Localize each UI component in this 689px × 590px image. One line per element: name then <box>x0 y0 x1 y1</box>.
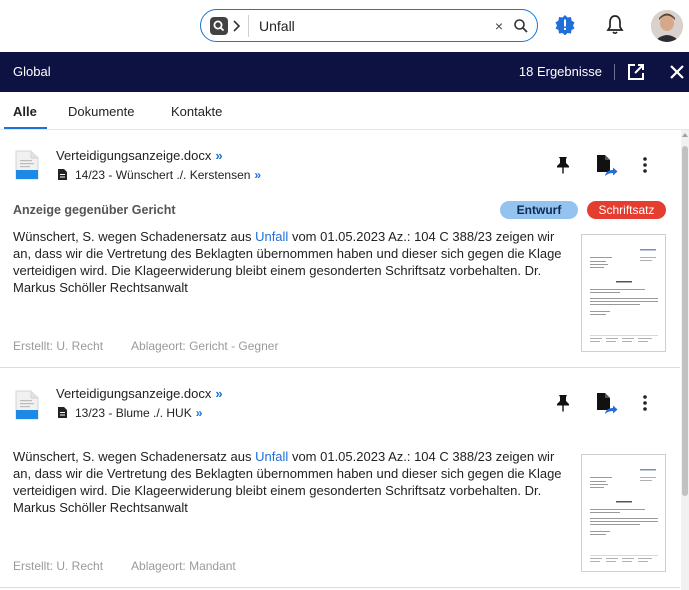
document-title-text[interactable]: Verteidigungsanzeige.docx <box>56 386 211 401</box>
open-external-icon[interactable] <box>627 63 645 81</box>
search-icon[interactable] <box>513 17 529 35</box>
case-file-icon <box>58 169 67 180</box>
created-by: Erstellt: U. Recht <box>13 339 104 353</box>
tab-kontakte[interactable]: Kontakte <box>171 104 222 119</box>
open-case-arrow[interactable]: » <box>196 406 203 420</box>
alert-badge-icon[interactable] <box>555 15 575 35</box>
search-bar[interactable]: × <box>200 9 538 42</box>
bell-icon[interactable] <box>605 14 625 36</box>
storage-location: Ablageort: Mandant <box>131 559 236 573</box>
result-item[interactable]: Verteidigungsanzeige.docx » 14/23 - Wünsc… <box>0 130 680 368</box>
case-link[interactable]: 14/23 - Wünschert ./. Kerstensen » <box>58 168 261 182</box>
result-tabs: Alle Dokumente Kontakte <box>0 92 689 130</box>
top-bar: × <box>0 0 689 52</box>
tab-dokumente[interactable]: Dokumente <box>68 104 134 119</box>
case-title[interactable]: 13/23 - Blume ./. HUK <box>75 406 192 420</box>
clear-search-icon[interactable]: × <box>492 17 506 35</box>
document-title[interactable]: Verteidigungsanzeige.docx » <box>56 386 223 401</box>
storage-location: Ablageort: Gericht - Gegner <box>131 339 279 353</box>
word-document-icon <box>15 390 39 420</box>
document-subject: Anzeige gegenüber Gericht <box>13 203 176 217</box>
type-badge-schriftsatz: Schriftsatz <box>587 201 666 219</box>
pin-icon[interactable] <box>556 394 570 412</box>
result-item[interactable]: Verteidigungsanzeige.docx » 13/23 - Blume… <box>0 368 680 588</box>
scrollbar-thumb[interactable] <box>682 146 688 496</box>
send-document-icon[interactable] <box>596 155 618 177</box>
document-excerpt: Wünschert, S. wegen Schadenersatz aus Un… <box>13 448 563 516</box>
document-preview-thumbnail[interactable] <box>581 454 666 572</box>
case-link[interactable]: 13/23 - Blume ./. HUK » <box>58 406 202 420</box>
word-document-icon <box>15 150 39 180</box>
status-badge-draft: Entwurf <box>500 201 578 219</box>
excerpt-text: Wünschert, S. wegen Schadenersatz aus <box>13 229 256 244</box>
open-document-arrow[interactable]: » <box>215 386 222 401</box>
created-by: Erstellt: U. Recht <box>13 559 104 573</box>
results-header: Global 18 Ergebnisse <box>0 52 689 92</box>
header-title: Global <box>13 64 51 79</box>
search-highlight: Unfall <box>255 229 289 244</box>
chevron-right-icon[interactable] <box>232 18 242 34</box>
search-scope-icon[interactable] <box>210 17 228 35</box>
scroll-up-arrow-icon[interactable] <box>682 131 688 141</box>
active-tab-indicator <box>4 127 47 129</box>
tab-alle[interactable]: Alle <box>13 104 37 119</box>
document-title-text[interactable]: Verteidigungsanzeige.docx <box>56 148 211 163</box>
header-divider <box>614 64 615 80</box>
document-preview-thumbnail[interactable] <box>581 234 666 352</box>
more-vertical-icon[interactable] <box>642 394 648 412</box>
document-meta: Erstellt: U. Recht Ablageort: Mandant <box>13 559 264 573</box>
open-case-arrow[interactable]: » <box>254 168 261 182</box>
user-avatar[interactable] <box>651 10 683 42</box>
document-excerpt: Wünschert, S. wegen Schadenersatz aus Un… <box>13 228 563 296</box>
result-count: 18 Ergebnisse <box>518 64 602 79</box>
excerpt-text: Wünschert, S. wegen Schadenersatz aus <box>13 449 256 464</box>
case-title[interactable]: 14/23 - Wünschert ./. Kerstensen <box>75 168 250 182</box>
document-title[interactable]: Verteidigungsanzeige.docx » <box>56 148 223 163</box>
open-document-arrow[interactable]: » <box>215 148 222 163</box>
search-input[interactable] <box>259 16 479 36</box>
close-icon[interactable] <box>669 64 685 80</box>
search-highlight: Unfall <box>255 449 289 464</box>
document-meta: Erstellt: U. Recht Ablageort: Gericht - G… <box>13 339 306 353</box>
send-document-icon[interactable] <box>596 393 618 415</box>
pin-icon[interactable] <box>556 156 570 174</box>
more-vertical-icon[interactable] <box>642 156 648 174</box>
case-file-icon <box>58 407 67 418</box>
search-divider <box>248 15 249 37</box>
